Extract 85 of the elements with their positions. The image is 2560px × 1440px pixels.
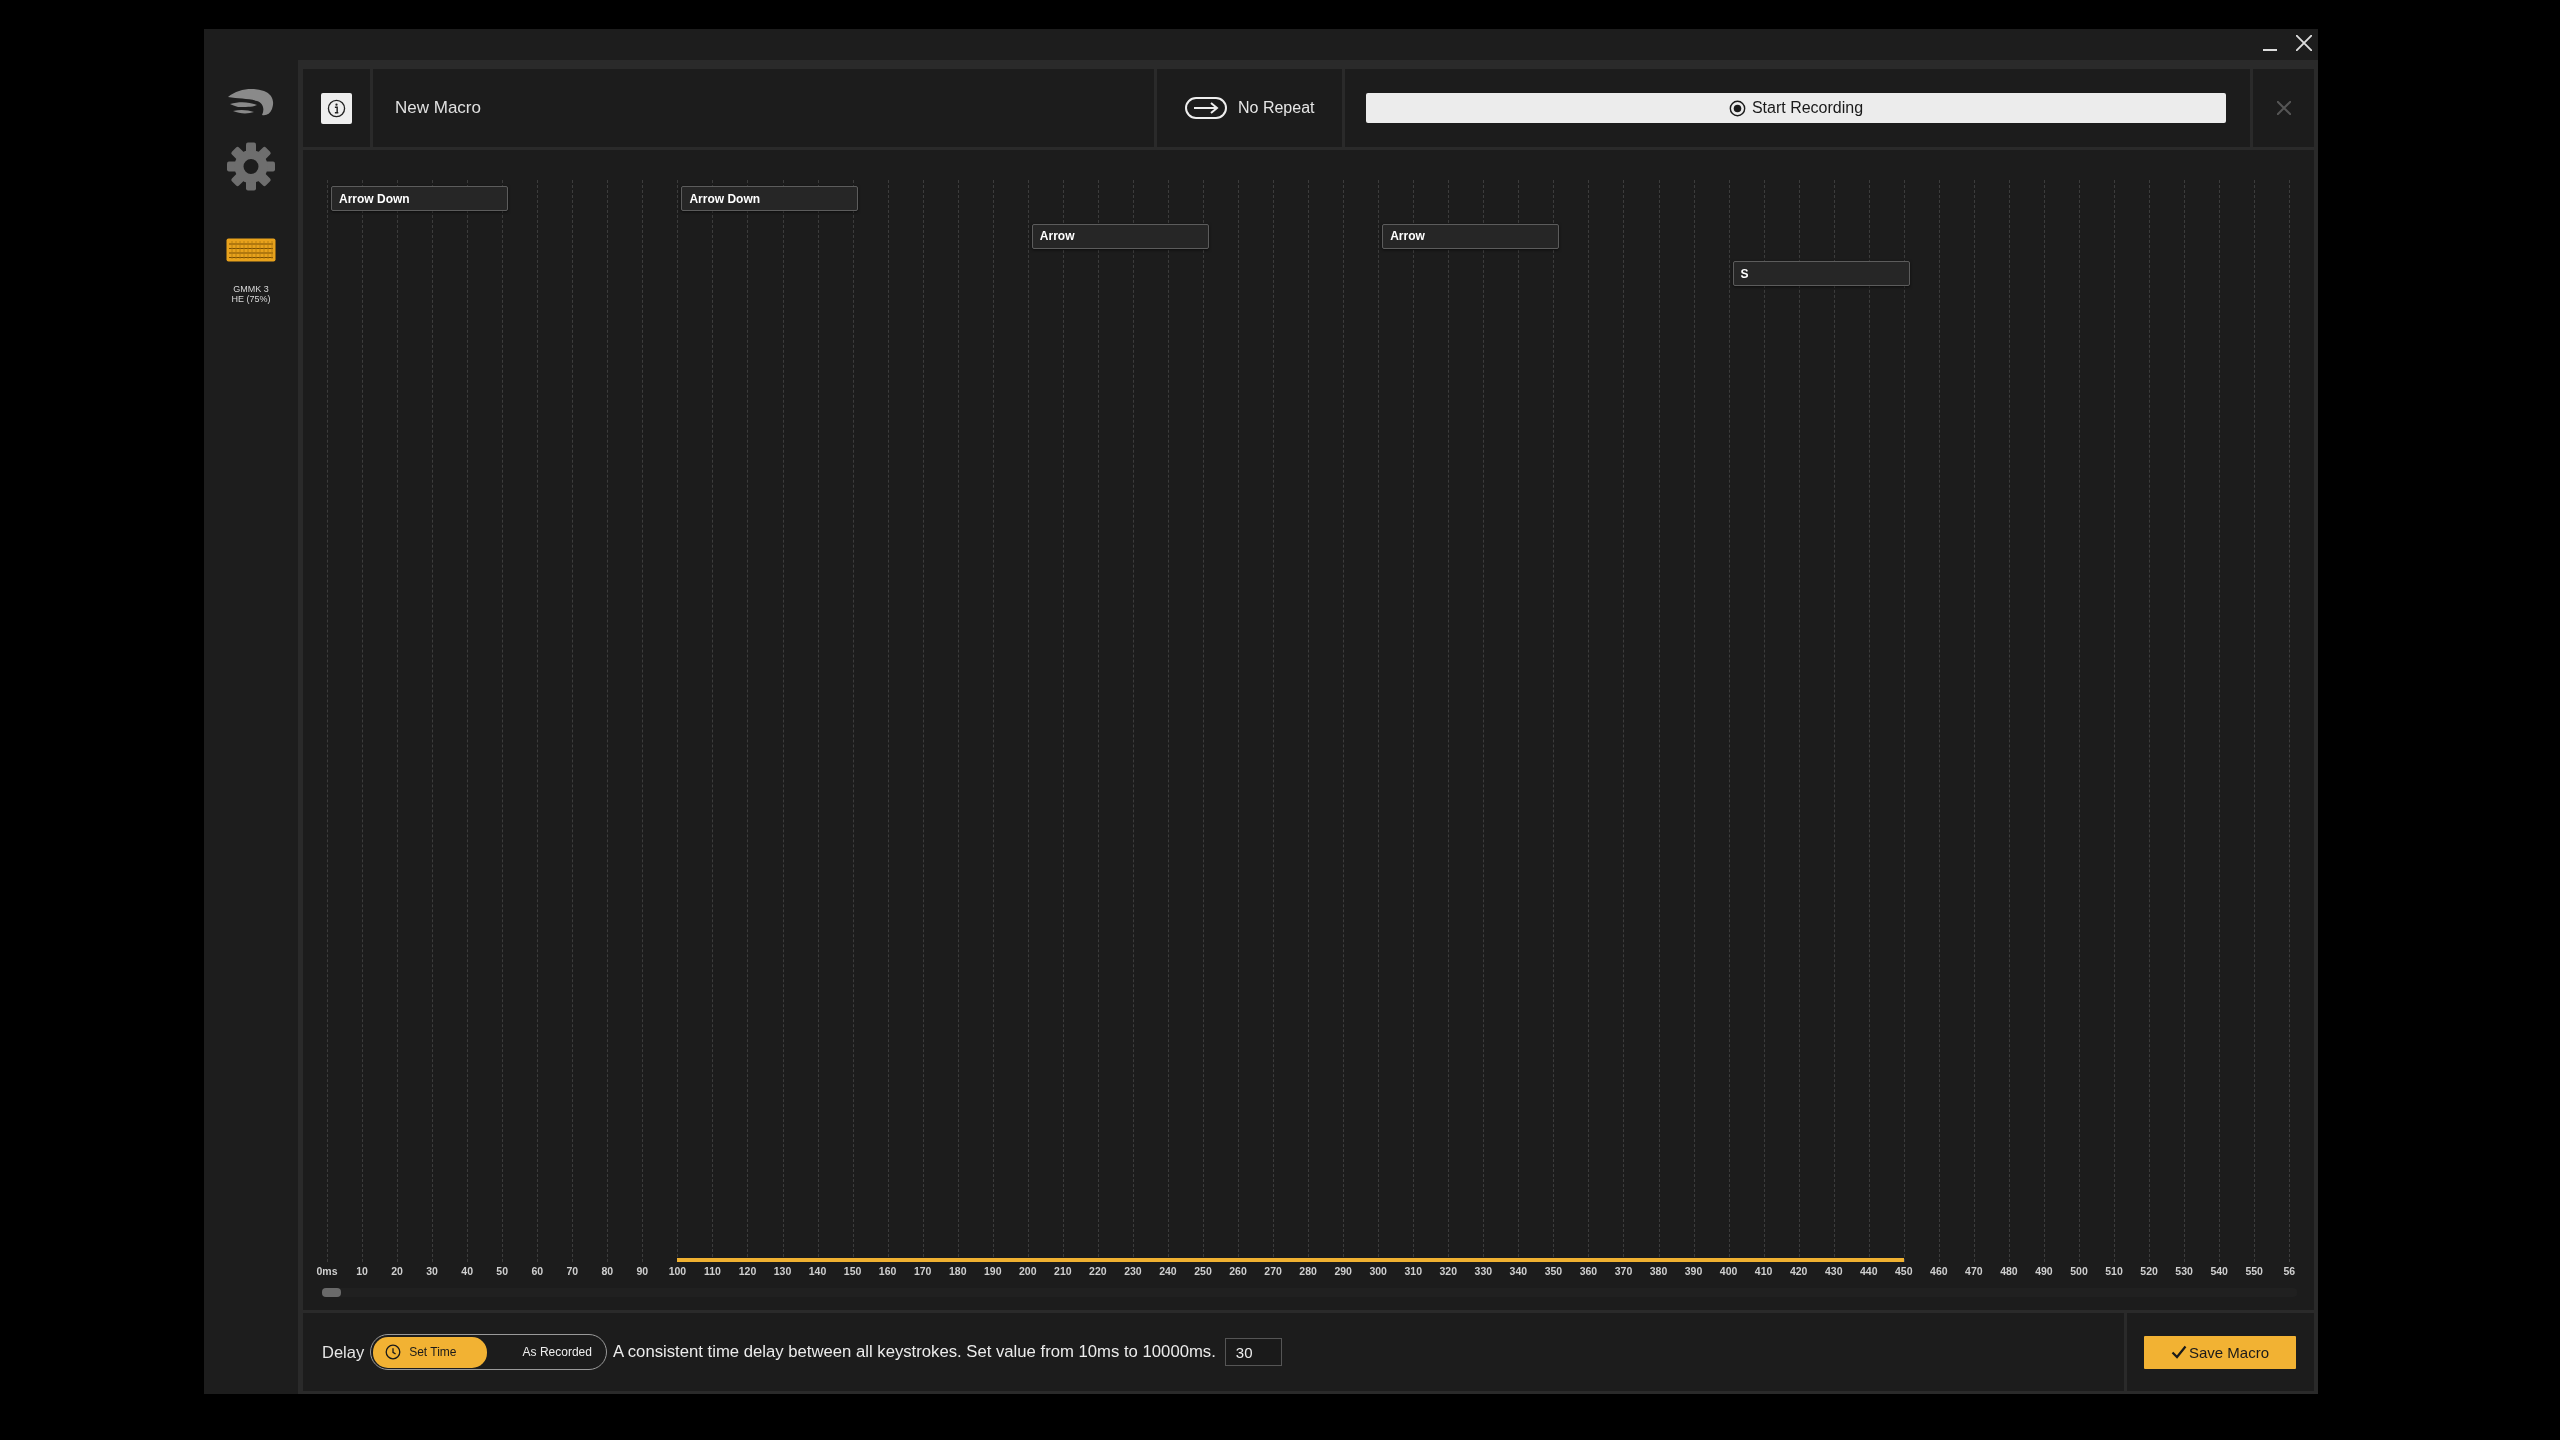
time-tick-label: 410 [1754, 1265, 1773, 1277]
time-tick-label: 60 [531, 1265, 544, 1277]
time-tick-label: 540 [2210, 1265, 2228, 1277]
time-tick-label: 110 [703, 1265, 721, 1277]
time-tick-label: 56 [2283, 1265, 2296, 1277]
time-tick-label: 370 [1614, 1265, 1633, 1277]
delay-description: A consistent time delay between all keystrokes. Set value from 10ms to 10000ms. [612, 1342, 1216, 1362]
time-tick-label: 330 [1474, 1265, 1493, 1277]
delay-mode-option[interactable]: Set Time [373, 1336, 487, 1368]
time-tick-label: 140 [808, 1265, 827, 1277]
time-tick-label: 400 [1719, 1265, 1738, 1277]
time-tick-label: 70 [566, 1265, 579, 1277]
time-tick-label: 150 [843, 1265, 862, 1277]
time-tick-label: 80 [601, 1265, 614, 1277]
key-event-block[interactable]: S [1732, 261, 1910, 286]
time-tick-label: 190 [984, 1265, 1002, 1277]
time-tick-label: 120 [738, 1265, 757, 1277]
time-tick-label: 420 [1789, 1265, 1808, 1277]
time-tick-label: 160 [878, 1265, 897, 1277]
time-tick-label: 170 [913, 1265, 932, 1277]
start-recording-button[interactable]: Start Recording [1366, 93, 2226, 123]
time-tick-label: 500 [2070, 1265, 2088, 1277]
scrollbar-thumb[interactable] [322, 1288, 341, 1297]
time-tick-label: 100 [668, 1265, 687, 1277]
time-tick-label: 520 [2140, 1265, 2158, 1277]
time-tick-label: 200 [1019, 1265, 1037, 1277]
time-tick-label: 130 [773, 1265, 792, 1277]
keyboard-icon[interactable] [226, 238, 276, 262]
time-tick-label: 480 [2000, 1265, 2018, 1277]
time-tick-label: 290 [1334, 1265, 1352, 1277]
time-tick-label: 350 [1544, 1265, 1563, 1277]
time-tick-label: 230 [1124, 1265, 1142, 1277]
time-tick-label: 490 [2035, 1265, 2053, 1277]
time-tick-label: 310 [1404, 1265, 1422, 1277]
arrow-pill-icon [1185, 97, 1227, 119]
time-tick-label: 300 [1369, 1265, 1387, 1277]
settings-icon[interactable] [227, 142, 275, 191]
time-tick-label: 50 [496, 1265, 509, 1277]
time-tick-label: 450 [1895, 1265, 1913, 1277]
time-tick-label: 240 [1159, 1265, 1177, 1277]
time-tick-label: 260 [1229, 1265, 1247, 1277]
time-tick-label: 380 [1649, 1265, 1668, 1277]
time-tick-label: 460 [1930, 1265, 1948, 1277]
time-tick-label: 320 [1439, 1265, 1458, 1277]
time-tick-label: 10 [356, 1265, 368, 1277]
check-icon [2170, 1345, 2187, 1359]
key-event-block[interactable]: Arrow [1382, 223, 1560, 249]
delay-label: Delay [322, 1342, 365, 1362]
close-icon [2296, 35, 2312, 51]
info-icon [327, 98, 346, 118]
time-tick-label: 510 [2105, 1265, 2123, 1277]
time-tick-label: 0ms [316, 1265, 338, 1277]
key-event-block[interactable]: Arrow Down [681, 186, 859, 211]
time-tick-label: 210 [1054, 1265, 1072, 1277]
time-tick-label: 470 [1965, 1265, 1983, 1277]
time-tick-label: 90 [636, 1265, 649, 1277]
delay-mode-option[interactable]: As Recorded [490, 1336, 604, 1368]
time-tick-label: 280 [1299, 1265, 1317, 1277]
key-event-block[interactable]: Arrow [1031, 223, 1209, 249]
time-tick-label: 30 [426, 1265, 438, 1277]
close-icon [2276, 101, 2291, 115]
time-tick-label: 20 [391, 1265, 403, 1277]
info-button[interactable] [321, 92, 352, 124]
repeat-mode-button[interactable]: No Repeat [1185, 97, 1315, 119]
device-label[interactable]: GMMK 3 HE (75%) [231, 284, 271, 304]
time-tick-label: 180 [948, 1265, 967, 1277]
time-tick-label: 270 [1264, 1265, 1282, 1277]
minimize-icon [2263, 49, 2277, 51]
time-tick-label: 340 [1509, 1265, 1528, 1277]
time-tick-label: 390 [1684, 1265, 1703, 1277]
time-tick-label: 440 [1860, 1265, 1878, 1277]
time-tick-label: 220 [1089, 1265, 1107, 1277]
horizontal-scrollbar[interactable] [322, 1288, 2297, 1297]
time-tick-label: 530 [2175, 1265, 2193, 1277]
delay-value-field[interactable]: 30 [1224, 1338, 1282, 1366]
key-event-block[interactable]: Arrow Down [331, 186, 508, 211]
time-tick-label: 360 [1579, 1265, 1598, 1277]
macro-name: New Macro [395, 98, 481, 118]
time-tick-label: 430 [1824, 1265, 1843, 1277]
record-icon [1728, 99, 1746, 117]
clock-icon [385, 1344, 402, 1360]
time-tick-label: 250 [1194, 1265, 1212, 1277]
save-macro-button[interactable]: Save Macro [2144, 1335, 2296, 1369]
time-tick-label: 40 [461, 1265, 473, 1277]
time-tick-label: 550 [2245, 1265, 2263, 1277]
